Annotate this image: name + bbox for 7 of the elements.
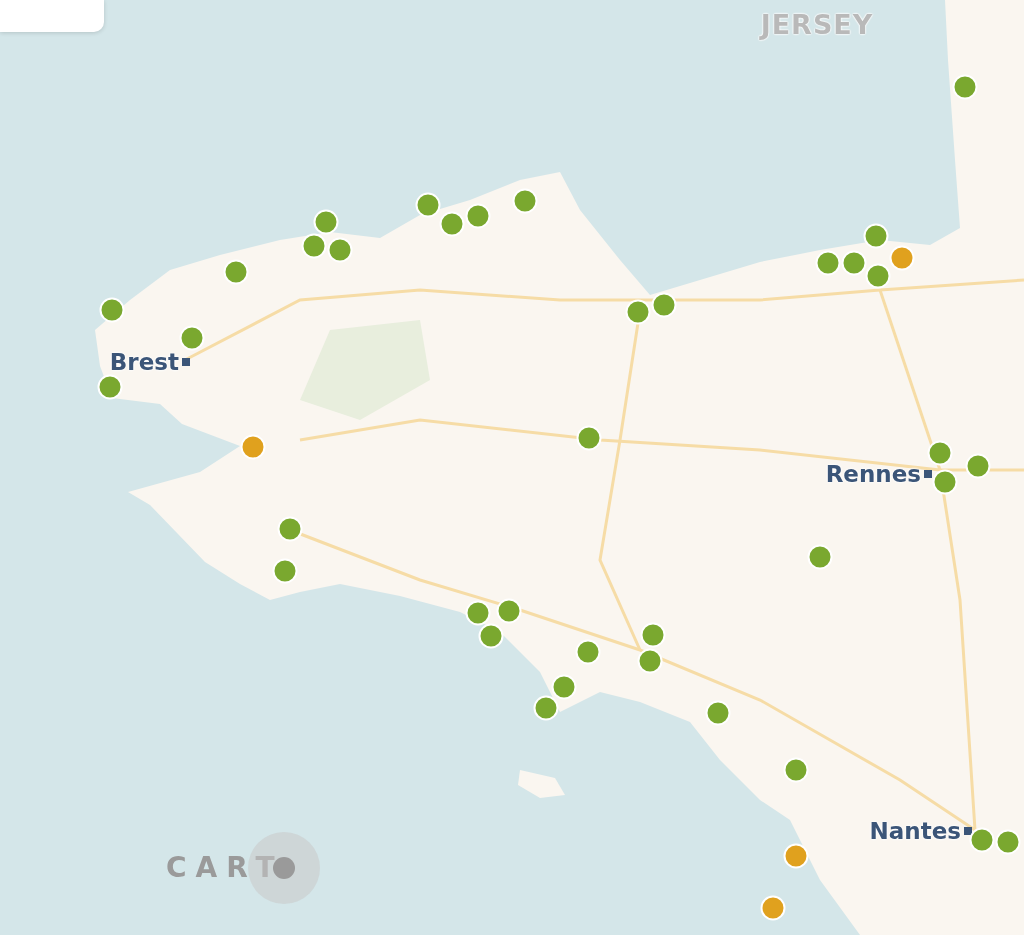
city-marker-icon — [924, 470, 932, 478]
city-marker-icon — [964, 827, 972, 835]
attribution-logo-text: CART — [166, 854, 284, 882]
city-label: Rennes — [825, 462, 921, 486]
city-label: Nantes — [869, 819, 961, 843]
city-marker-icon — [182, 358, 190, 366]
city-label: Brest — [109, 350, 179, 374]
